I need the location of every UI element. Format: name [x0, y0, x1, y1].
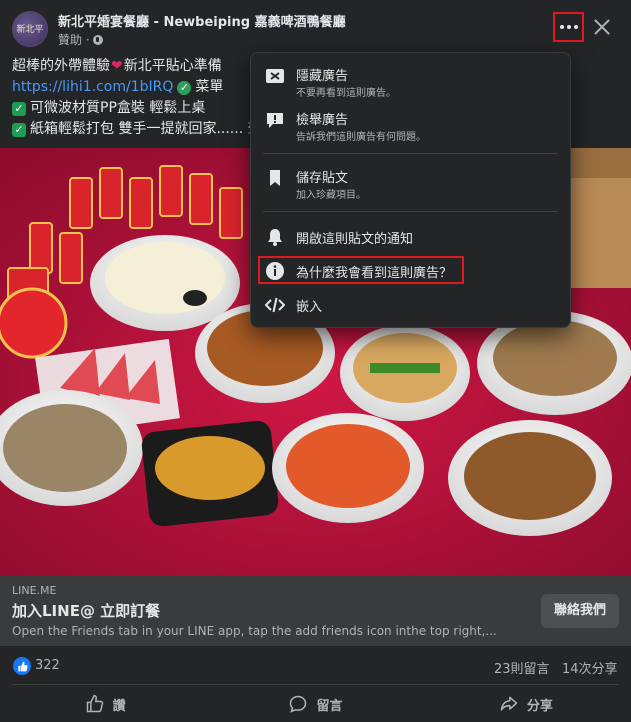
- contact-us-button[interactable]: 聯絡我們: [541, 594, 619, 628]
- thumbs-up-icon: [86, 694, 103, 713]
- menu-item-title: 隱藏廣告: [296, 69, 349, 84]
- menu-separator: [263, 153, 558, 154]
- like-label: 讚: [112, 698, 126, 714]
- post-text-line: 超棒的外帶體驗 ❤ 新北平貼心準備: [12, 56, 262, 77]
- sponsored-label: 贊助 ·: [58, 31, 103, 48]
- menu-item-title: 儲存貼文: [296, 171, 349, 186]
- check-box-icon: ✓: [12, 122, 26, 137]
- like-button[interactable]: 讚: [0, 686, 210, 722]
- menu-link[interactable]: https://lihi1.com/1bIRQ: [12, 78, 173, 97]
- heart-icon: ❤: [111, 58, 123, 74]
- menu-separator: [263, 211, 558, 212]
- menu-item-embed[interactable]: 嵌入: [251, 291, 572, 319]
- bookmark-icon: [264, 167, 286, 189]
- why-this-ad-highlight: [258, 256, 464, 284]
- page-name[interactable]: 新北平婚宴餐廳 - Newbeiping 嘉義啤酒鴨餐廳: [58, 11, 346, 30]
- comment-icon: [290, 695, 307, 713]
- reactions-bar: 322 23則留言 14次分享: [0, 652, 631, 680]
- menu-item-save-post[interactable]: 儲存貼文 加入珍藏項目。: [251, 163, 572, 207]
- report-icon: [264, 109, 286, 131]
- post-text-part: 可微波材質PP盒裝 輕鬆上桌: [30, 100, 206, 116]
- bell-icon: [264, 226, 286, 248]
- close-icon[interactable]: [590, 15, 614, 39]
- globe-icon: [92, 34, 103, 45]
- menu-item-subtitle: 加入珍藏項目。: [296, 190, 366, 201]
- check-icon: ✓: [177, 80, 192, 95]
- link-title[interactable]: 加入LINE@ 立即訂餐: [12, 600, 160, 621]
- dot-icon: [566, 25, 571, 29]
- post-text-part: 新北平貼心準備: [123, 58, 222, 74]
- post-text: 超棒的外帶體驗 ❤ 新北平貼心準備 https://lihi1.com/1bIR…: [12, 56, 262, 140]
- check-box-icon: ✓: [12, 101, 26, 116]
- menu-item-title: 開啟這則貼文的通知: [296, 232, 414, 247]
- post-text-line: ✓ 紙箱輕鬆打包 雙手一提就回家...... 查: [12, 119, 262, 140]
- more-options-button[interactable]: [553, 12, 584, 42]
- link-description: Open the Friends tab in your LINE app, t…: [12, 624, 497, 638]
- share-icon: [500, 696, 518, 711]
- hide-icon: [264, 65, 286, 87]
- post-text-line: https://lihi1.com/1bIRQ ✓ 菜單: [12, 77, 262, 98]
- link-card[interactable]: LINE.ME 加入LINE@ 立即訂餐 Open the Friends ta…: [0, 576, 631, 646]
- code-icon: [264, 294, 286, 316]
- menu-item-title: 檢舉廣告: [296, 113, 349, 128]
- share-button[interactable]: 分享: [421, 686, 631, 722]
- comment-label: 留言: [316, 698, 343, 714]
- post-text-part: 超棒的外帶體驗: [12, 58, 110, 74]
- post-text-part: 紙箱輕鬆打包 雙手一提就回家...... 查: [30, 121, 262, 137]
- action-bar: 讚 留言 分享: [0, 686, 631, 722]
- shares-count[interactable]: 14次分享: [562, 658, 618, 677]
- link-domain: LINE.ME: [12, 584, 57, 597]
- ad-options-menu: 隱藏廣告 不要再看到這則廣告。 檢舉廣告 告訴我們這則廣告有何問題。 儲存貼文 …: [250, 52, 571, 328]
- divider: [12, 684, 619, 685]
- dot-icon: [559, 25, 564, 29]
- menu-item-notifications[interactable]: 開啟這則貼文的通知: [251, 223, 572, 251]
- ad-post: 新北平 新北平婚宴餐廳 - Newbeiping 嘉義啤酒鴨餐廳 贊助 · 超棒…: [0, 0, 631, 722]
- menu-item-subtitle: 告訴我們這則廣告有何問題。: [296, 132, 426, 143]
- dot-icon: [573, 25, 578, 29]
- sponsored-text: 贊助 ·: [58, 33, 90, 47]
- reactions-count[interactable]: 322: [35, 658, 60, 673]
- menu-item-title: 嵌入: [296, 300, 323, 315]
- menu-item-subtitle: 不要再看到這則廣告。: [296, 88, 396, 99]
- post-header: 新北平 新北平婚宴餐廳 - Newbeiping 嘉義啤酒鴨餐廳 贊助 ·: [0, 0, 631, 52]
- avatar[interactable]: 新北平: [12, 11, 48, 47]
- like-reaction-icon[interactable]: [13, 657, 31, 675]
- comment-button[interactable]: 留言: [210, 686, 420, 722]
- comments-count[interactable]: 23則留言: [494, 658, 550, 677]
- menu-item-report-ad[interactable]: 檢舉廣告 告訴我們這則廣告有何問題。: [251, 105, 572, 149]
- post-text-part: 菜單: [195, 79, 224, 95]
- menu-item-hide-ad[interactable]: 隱藏廣告 不要再看到這則廣告。: [251, 61, 572, 105]
- share-label: 分享: [526, 698, 553, 714]
- post-text-line: ✓ 可微波材質PP盒裝 輕鬆上桌: [12, 98, 262, 119]
